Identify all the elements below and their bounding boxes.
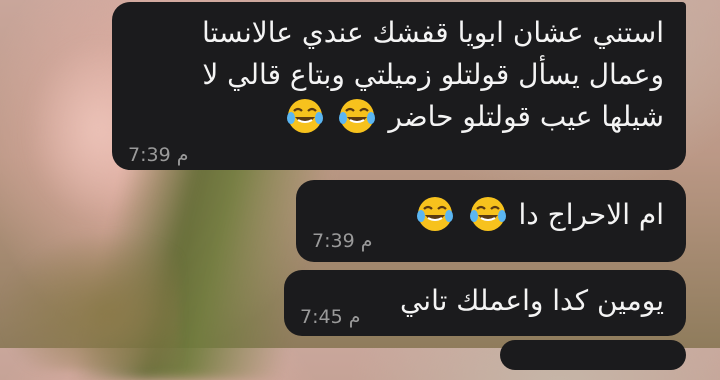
face-with-tears-of-joy-icon: [469, 197, 506, 231]
message-text: ام الاحراج دا: [413, 194, 664, 236]
message-bubble-2[interactable]: ام الاحراج دا 7:39 م: [296, 180, 686, 262]
message-line-text: شيلها عيب قولتلو حاضر: [388, 100, 664, 133]
message-line: استني عشان ابويا قفشك عندي عالانستا: [202, 16, 664, 49]
message-bubble-partial[interactable]: [500, 340, 686, 370]
background-plant-base: [0, 230, 180, 370]
message-bubble-1[interactable]: استني عشان ابويا قفشك عندي عالانستا وعما…: [112, 2, 686, 170]
face-with-tears-of-joy-icon: [416, 197, 453, 231]
message-line: شيلها عيب قولتلو حاضر: [202, 96, 664, 138]
message-text: استني عشان ابويا قفشك عندي عالانستا وعما…: [202, 12, 664, 138]
message-text: يومين كدا واعملك تاني: [400, 280, 664, 322]
message-time: 7:45 م: [300, 306, 361, 328]
message-line: وعمال يسأل قولتلو زميلتي وبتاع قالي لا: [202, 58, 664, 91]
message-line-text: ام الاحراج دا: [518, 198, 664, 231]
message-line: يومين كدا واعملك تاني: [399, 284, 664, 317]
message-line: ام الاحراج دا: [413, 194, 664, 236]
message-time: 7:39 م: [128, 144, 189, 166]
message-time: 7:39 م: [312, 230, 373, 252]
face-with-tears-of-joy-icon: [339, 99, 376, 133]
message-bubble-3[interactable]: يومين كدا واعملك تاني 7:45 م: [284, 270, 686, 336]
face-with-tears-of-joy-icon: [286, 99, 323, 133]
